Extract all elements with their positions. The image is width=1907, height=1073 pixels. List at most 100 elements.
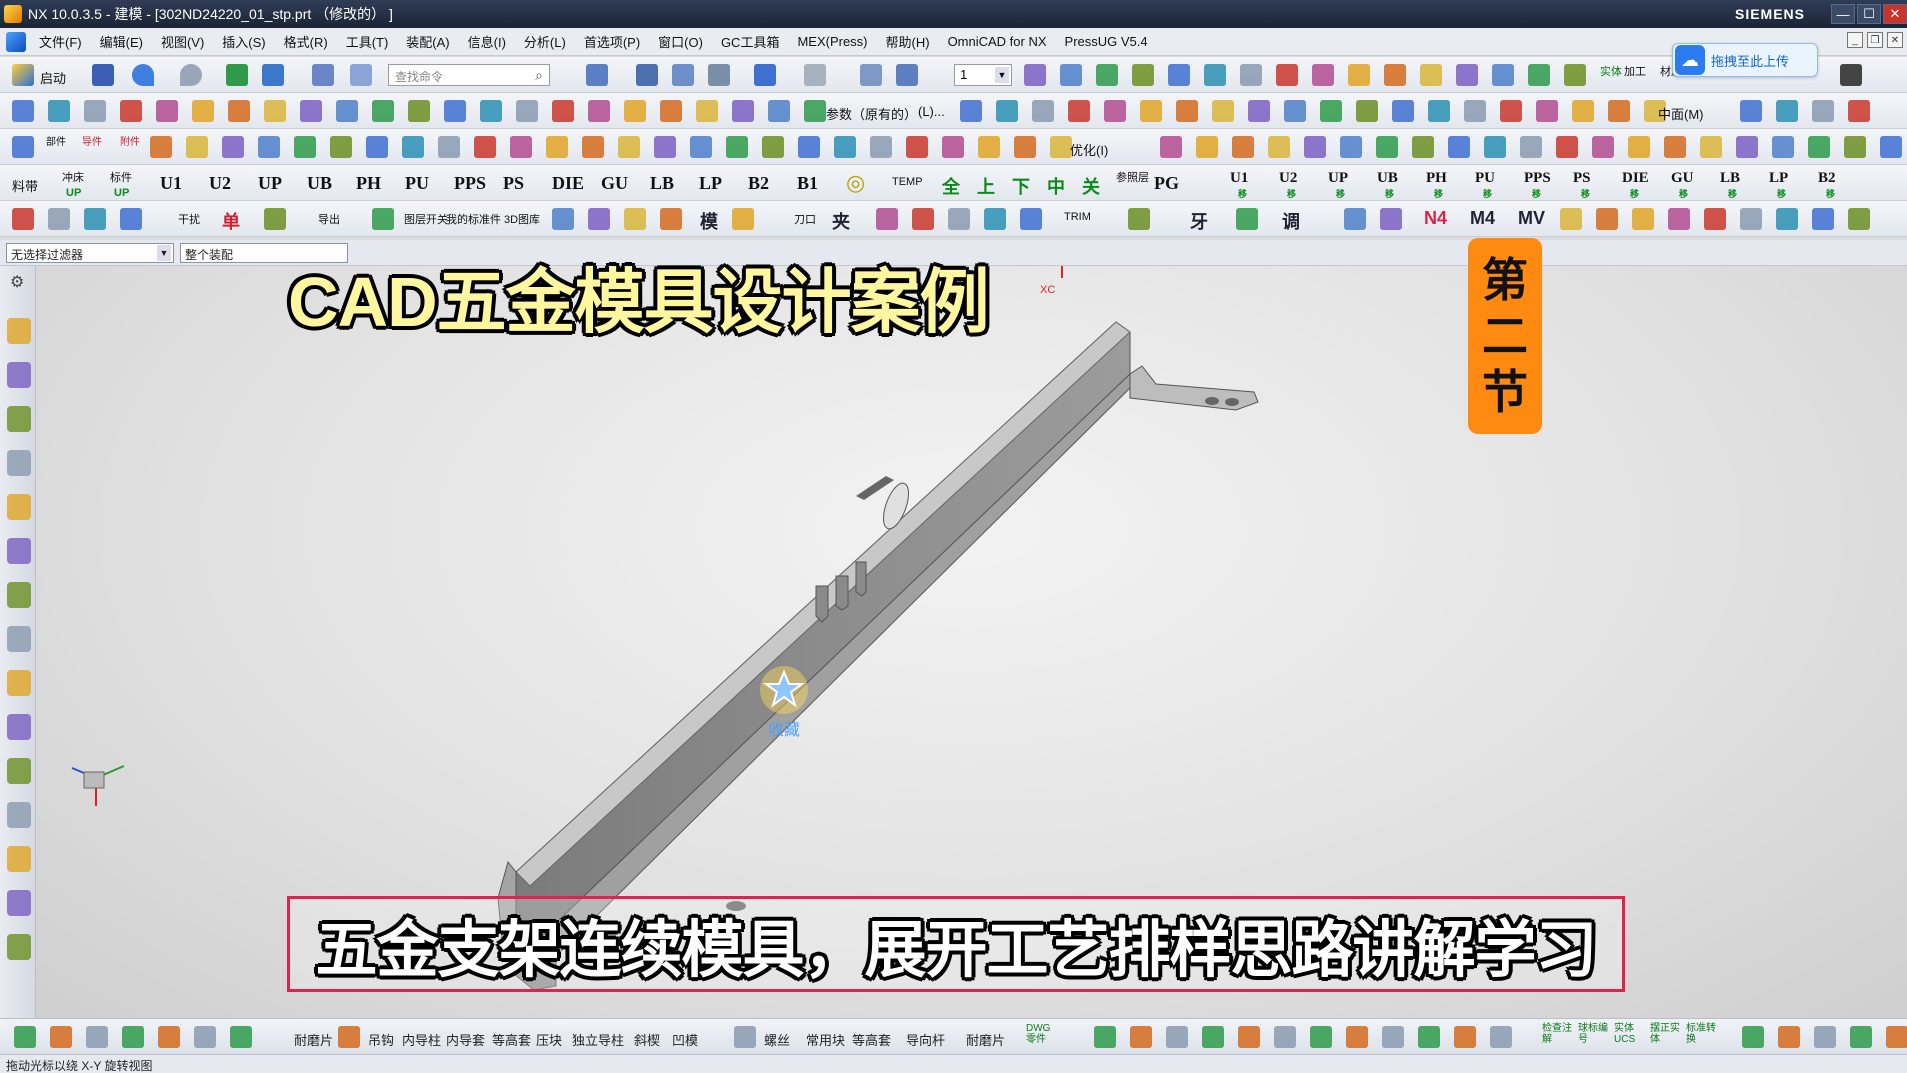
minimize-button[interactable]: — bbox=[1831, 4, 1855, 24]
feature-tool-icon-10[interactable] bbox=[1320, 100, 1342, 122]
tool-icon-4[interactable] bbox=[264, 208, 286, 230]
orient-view-icon[interactable] bbox=[708, 64, 730, 86]
search-icon[interactable]: ⌕ bbox=[535, 67, 543, 84]
tool-icon-27[interactable] bbox=[1812, 208, 1834, 230]
mw-tool-icon-25[interactable] bbox=[1050, 136, 1072, 158]
menu-item-8[interactable]: 分析(L) bbox=[515, 32, 575, 51]
menu-item-15[interactable]: PressUG V5.4 bbox=[1056, 34, 1157, 49]
move-code-button-4[interactable]: PH bbox=[1426, 170, 1447, 187]
mw-tool-icon-24[interactable] bbox=[1014, 136, 1036, 158]
favorite-button[interactable]: 收藏 bbox=[758, 664, 822, 744]
mw-tool-icon-1[interactable] bbox=[186, 136, 208, 158]
bottom-tool-icon-15[interactable] bbox=[1310, 1026, 1332, 1048]
upload-drop-button[interactable]: ☁ 拖拽至此上传 bbox=[1672, 43, 1818, 77]
tool-icon-25[interactable] bbox=[1740, 208, 1762, 230]
code-button-5[interactable]: PU bbox=[405, 173, 429, 194]
press-label[interactable]: 冲床 bbox=[62, 169, 84, 185]
bottom-tool-icon-4[interactable] bbox=[158, 1026, 180, 1048]
menu-item-7[interactable]: 信息(I) bbox=[459, 32, 515, 51]
bottom-tool-icon-12[interactable] bbox=[1202, 1026, 1224, 1048]
tool-label-2[interactable]: 导出 bbox=[318, 211, 340, 227]
code-button-4[interactable]: PH bbox=[356, 173, 381, 194]
strip-label[interactable]: 料带 bbox=[12, 176, 38, 195]
history-icon[interactable] bbox=[7, 538, 31, 564]
temp-label[interactable]: TEMP bbox=[892, 176, 923, 188]
mw-tool-icon-15[interactable] bbox=[690, 136, 712, 158]
mw-tool-icon-12[interactable] bbox=[582, 136, 604, 158]
move-code-button-3[interactable]: UB bbox=[1377, 170, 1398, 187]
bottom-tool-icon-24[interactable] bbox=[1850, 1026, 1872, 1048]
drafting-icon[interactable] bbox=[7, 758, 31, 784]
bottom-tool-label-11[interactable]: 等高套 bbox=[852, 1030, 891, 1049]
tool-icon-20[interactable] bbox=[1560, 208, 1582, 230]
bottom-tool-label-17[interactable]: 实体UCS bbox=[1614, 1023, 1644, 1045]
code-button-11[interactable]: LP bbox=[699, 173, 722, 194]
std-tool-icon-3[interactable] bbox=[1132, 64, 1154, 86]
tool-icon-0[interactable] bbox=[12, 208, 34, 230]
move-code-button-11[interactable]: LP bbox=[1769, 170, 1788, 187]
grid-icon[interactable] bbox=[672, 64, 694, 86]
tool-icon-2[interactable] bbox=[84, 208, 106, 230]
mw-tool-icon-18[interactable] bbox=[798, 136, 820, 158]
tool-icon-1[interactable] bbox=[48, 208, 70, 230]
curve-tool-icon-9[interactable] bbox=[336, 100, 358, 122]
mw-tool-icon-11[interactable] bbox=[546, 136, 568, 158]
feature-tool-icon-0[interactable] bbox=[960, 100, 982, 122]
mw-tool-icon-2[interactable] bbox=[222, 136, 244, 158]
section-view-icon[interactable] bbox=[860, 64, 882, 86]
menu-item-1[interactable]: 编辑(E) bbox=[91, 32, 152, 51]
left-label[interactable]: (L)... bbox=[918, 104, 945, 119]
chevron-down-icon[interactable]: ▼ bbox=[157, 245, 171, 261]
mw-tool-icon-17[interactable] bbox=[762, 136, 784, 158]
code-button-3[interactable]: UB bbox=[307, 173, 332, 194]
code-button-2[interactable]: UP bbox=[258, 173, 282, 194]
std-tool-icon-4[interactable] bbox=[1168, 64, 1190, 86]
mw-b-tool-icon-6[interactable] bbox=[1376, 136, 1398, 158]
move-code-button-9[interactable]: GU bbox=[1671, 170, 1694, 187]
close-button[interactable]: ✕ bbox=[1883, 4, 1907, 24]
curve-tool-icon-2[interactable] bbox=[84, 100, 106, 122]
optimize-label[interactable]: 优化(I) bbox=[1070, 140, 1108, 159]
tool-icon-19[interactable] bbox=[1380, 208, 1402, 230]
curve-tool-icon-14[interactable] bbox=[516, 100, 538, 122]
tool-icon-6[interactable] bbox=[552, 208, 574, 230]
feature-tool-icon-11[interactable] bbox=[1356, 100, 1378, 122]
tool-icon-15[interactable] bbox=[1020, 208, 1042, 230]
tool-icon-17[interactable] bbox=[1236, 208, 1258, 230]
mw-tool-icon-7[interactable] bbox=[402, 136, 424, 158]
tool-label-0[interactable]: 干扰 bbox=[178, 211, 200, 227]
curve-tool-icon-10[interactable] bbox=[372, 100, 394, 122]
bottom-tool-label-18[interactable]: 摆正实体 bbox=[1650, 1023, 1680, 1045]
mw-label-accessory[interactable]: 附件 bbox=[120, 133, 140, 148]
mw-b-tool-icon-5[interactable] bbox=[1340, 136, 1362, 158]
tool-icon-13[interactable] bbox=[948, 208, 970, 230]
bottom-tool-label-6[interactable]: 独立导柱 bbox=[572, 1030, 624, 1049]
menu-item-14[interactable]: OmniCAD for NX bbox=[939, 34, 1056, 49]
std-tool-icon-13[interactable] bbox=[1492, 64, 1514, 86]
code-button-8[interactable]: DIE bbox=[552, 173, 584, 194]
code-button-10[interactable]: LB bbox=[650, 173, 674, 194]
bottom-tool-icon-5[interactable] bbox=[194, 1026, 216, 1048]
tool-icon-14[interactable] bbox=[984, 208, 1006, 230]
view-code-button-4[interactable]: 关 bbox=[1082, 173, 1100, 199]
tool-label-9[interactable]: TRIM bbox=[1064, 211, 1091, 223]
tool-icon-26[interactable] bbox=[1776, 208, 1798, 230]
bottom-tool-icon-11[interactable] bbox=[1166, 1026, 1188, 1048]
curve-tool-icon-13[interactable] bbox=[480, 100, 502, 122]
tool-label-1[interactable]: 单 bbox=[222, 208, 240, 234]
hd3d-icon[interactable] bbox=[7, 582, 31, 608]
curve-tool-icon-4[interactable] bbox=[156, 100, 178, 122]
mw-b-tool-icon-15[interactable] bbox=[1700, 136, 1722, 158]
curve-tool-icon-11[interactable] bbox=[408, 100, 430, 122]
std-tool-icon-11[interactable] bbox=[1420, 64, 1442, 86]
bottom-tool-icon-7[interactable] bbox=[338, 1026, 360, 1048]
mw-b-tool-icon-19[interactable] bbox=[1844, 136, 1866, 158]
bottom-tool-label-10[interactable]: 常用块 bbox=[806, 1030, 845, 1049]
mw-b-tool-icon-14[interactable] bbox=[1664, 136, 1686, 158]
maximize-button[interactable]: ☐ bbox=[1857, 4, 1881, 24]
gear-icon[interactable]: ⚙ bbox=[10, 272, 24, 292]
menu-item-0[interactable]: 文件(F) bbox=[30, 32, 91, 51]
feature-tool-icon-12[interactable] bbox=[1392, 100, 1414, 122]
move-code-button-0[interactable]: U1 bbox=[1230, 170, 1248, 187]
gear-wheel-icon[interactable] bbox=[1840, 64, 1862, 86]
